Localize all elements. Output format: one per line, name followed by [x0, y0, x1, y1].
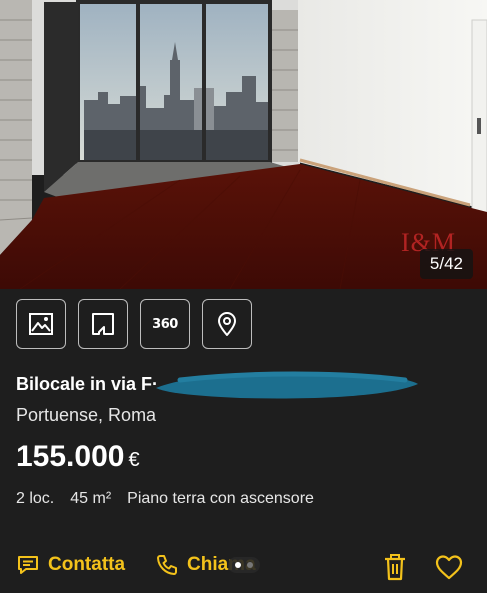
photo-counter: 5/42 [419, 249, 473, 279]
listing-photo[interactable]: I&M 5/42 [0, 0, 487, 289]
price-currency: € [128, 449, 140, 471]
feature-area: 45 m² [70, 490, 112, 507]
listing-location: Portuense, Roma [16, 405, 157, 425]
feature-rooms: 2 loc. [16, 490, 55, 507]
map-pin-icon [218, 312, 236, 336]
floorplan-button[interactable] [78, 299, 128, 349]
media-buttons: 360 [16, 299, 252, 349]
feature-floor: Piano terra con ascensore [127, 490, 314, 507]
phone-icon [157, 555, 177, 575]
trash-icon[interactable] [382, 553, 408, 581]
carousel-page-indicator [228, 557, 260, 573]
page-dot [247, 562, 253, 568]
contact-button[interactable]: Contatta [16, 553, 125, 577]
heart-icon[interactable] [434, 553, 464, 581]
floorplan-icon [92, 313, 114, 335]
listing-title[interactable]: Bilocale in via F· [16, 374, 158, 395]
chat-icon [18, 556, 38, 574]
price-value: 155.000 [16, 440, 125, 473]
listing-features: 2 loc. 45 m² Piano terra con ascensore [16, 490, 314, 508]
listing-price: 155.000 € [16, 440, 140, 474]
image-icon [29, 313, 53, 335]
contact-label: Contatta [48, 554, 126, 575]
page-dot-active [235, 562, 241, 568]
redaction-scribble [156, 371, 418, 399]
photos-button[interactable] [16, 299, 66, 349]
tour-360-icon: 360 [152, 316, 178, 332]
map-button[interactable] [202, 299, 252, 349]
virtual-tour-button[interactable]: 360 [140, 299, 190, 349]
